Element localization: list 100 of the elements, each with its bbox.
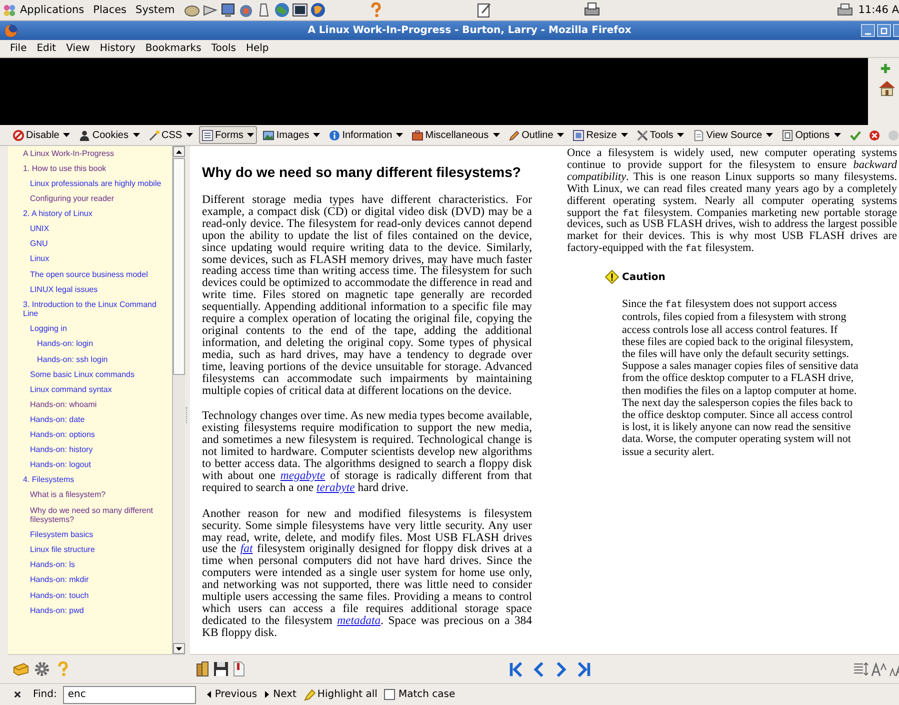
options-icon — [782, 130, 794, 140]
toc-link[interactable]: 2. A history of Linux — [8, 206, 172, 222]
error-icon[interactable] — [869, 130, 880, 140]
toc-link[interactable]: 4. Filesystems — [8, 472, 172, 488]
flower-icon[interactable] — [3, 4, 16, 16]
first-page-icon[interactable] — [508, 660, 523, 678]
toc-link[interactable]: Hands-on: date — [8, 412, 172, 428]
toc-link[interactable]: GNU — [8, 236, 172, 252]
toc-link[interactable]: Hands-on: pwd — [8, 602, 172, 618]
gear-icon[interactable] — [34, 661, 50, 678]
toc-link[interactable]: Hands-on: touch — [8, 588, 172, 603]
toolbar-menu-button[interactable]: Images — [260, 126, 324, 144]
toc-link[interactable]: 3. Introduction to the Linux Command Line — [8, 296, 172, 322]
toolbar-menu-button[interactable]: Resize — [570, 126, 631, 144]
text-size-icon[interactable] — [871, 661, 887, 678]
caret-icon — [396, 133, 404, 137]
caret-icon — [313, 133, 320, 137]
toolbar-menu-button[interactable]: Tools — [634, 126, 688, 144]
toc-link[interactable]: Hands-on: logout — [8, 457, 172, 473]
toc-link[interactable]: The open source business model — [8, 266, 172, 282]
toc-link[interactable]: Logging in — [8, 322, 172, 337]
last-page-icon[interactable] — [577, 660, 592, 678]
menu-item[interactable]: Edit — [36, 43, 56, 54]
toc-link[interactable]: Linux file structure — [8, 542, 172, 558]
find-field[interactable]: enc — [62, 686, 196, 704]
menu-item[interactable]: History — [100, 43, 136, 54]
paragraph: Another reason for new and modified filesystems is filesystem security. Some simple filesystems have very little security. Any user may read, write, delete, and modify files. Most USB FLASH drives use the fat filesystem originally designed for floppy disk drives at a time when personal computers did not have hard drives. Since the computers were intended as a single user system for home use only, and networking was not supported, there was little need to consider multiple users accessing the same files. Providing a means to control which users can access a file requires additional storage space dedicated to the filesystem metadata. Space was precious on a 384 KB floppy disk. — [202, 508, 532, 639]
toolbar-menu-button[interactable]: Forms — [199, 126, 258, 144]
toc-link[interactable]: Hands-on: whoami — [8, 397, 172, 412]
text-link[interactable]: terabyte — [316, 480, 355, 494]
find-button[interactable]: Highlight all — [301, 688, 380, 700]
toc-link[interactable]: Hands-on: login — [8, 336, 172, 352]
toc-link[interactable]: Linux command syntax — [8, 382, 172, 398]
toc-link[interactable]: Hands-on: ls — [8, 558, 172, 573]
toc-link[interactable]: A Linux Work-In-Progress — [8, 146, 172, 162]
find-button[interactable]: Previous — [204, 689, 260, 700]
panel-menu[interactable]: System — [136, 4, 175, 16]
toolbar-menu-button[interactable]: Options — [779, 126, 844, 144]
close-icon[interactable] — [14, 691, 21, 698]
plus-icon[interactable] — [880, 63, 891, 74]
previous-page-icon[interactable] — [531, 660, 546, 678]
scroll-down-icon[interactable] — [176, 646, 182, 651]
mail-icon[interactable] — [310, 2, 326, 18]
toc-link[interactable]: Linux — [8, 252, 172, 267]
person-icon — [79, 130, 90, 140]
checkmark-icon[interactable] — [850, 130, 861, 140]
text-link[interactable]: megabyte — [280, 468, 326, 482]
toc-link[interactable]: 1. How to use this book — [8, 161, 172, 176]
toc-link[interactable]: Some basic Linux commands — [8, 366, 172, 382]
paragraph: Once a filesystem is widely used, new computer operating systems continue to provide support for the filesystem to ensure backward compatibility. This is one reason Linux supports so many filesystems. With Linux, we can read files created many years ago by a completely different operating system. Nearly all computer operating systems support the fat filesystem. Companies marketing new portable storage devices, such as USB FLASH drives, wish to address the largest possible market for their devices. This is why most USB FLASH drives are factory-equipped with the fat filesystem. — [567, 148, 897, 256]
menu-item[interactable]: View — [66, 43, 90, 54]
no-entry-icon — [13, 130, 24, 140]
box-icon[interactable] — [13, 661, 29, 678]
toc-link[interactable]: Hands-on: ssh login — [8, 352, 172, 367]
toolbar-menu-button[interactable]: Outline — [506, 126, 568, 144]
clock[interactable]: 11:46 A — [858, 4, 899, 16]
toc-link[interactable]: Linux professionals are highly mobile — [8, 176, 172, 192]
toc-link[interactable]: UNIX — [8, 221, 172, 237]
toc-link[interactable]: Hands-on: mkdir — [8, 572, 172, 588]
toolbar-menu-button[interactable]: Miscellaneous — [409, 126, 503, 144]
save-icon[interactable] — [213, 661, 229, 678]
scroll-up-icon[interactable] — [176, 150, 182, 154]
terminal-icon[interactable] — [292, 2, 308, 18]
text-link[interactable]: fat — [240, 542, 253, 556]
toolbar-menu-button[interactable]: CSS — [146, 126, 196, 144]
books-icon[interactable] — [195, 661, 211, 678]
printer-icon[interactable] — [837, 2, 854, 18]
maximize-button[interactable] — [877, 24, 891, 37]
toc-link[interactable]: Why do we need so many different filesystems? — [8, 502, 172, 528]
scrollbar[interactable] — [172, 146, 185, 654]
pdf-icon[interactable] — [231, 661, 247, 678]
toolbar-menu-button[interactable]: Disable — [10, 126, 74, 144]
toc-link[interactable]: LINUX legal issues — [8, 282, 172, 297]
find-button[interactable]: Next — [262, 689, 300, 700]
minimize-button[interactable] — [861, 24, 875, 37]
toolbar-menu-button[interactable]: Information — [326, 126, 406, 144]
panel-menu[interactable]: Applications — [20, 4, 84, 16]
toolbar-menu-button[interactable]: View Source — [690, 126, 776, 144]
toolbar-menu-button[interactable]: Cookies — [76, 126, 142, 144]
toc-link[interactable]: Configuring your reader — [8, 191, 172, 206]
home-icon[interactable] — [878, 80, 896, 96]
toc-link[interactable]: Hands-on: history — [8, 442, 172, 458]
caret-icon — [63, 133, 70, 137]
menu-item[interactable]: Help — [246, 43, 269, 54]
notepad-icon[interactable] — [476, 2, 492, 18]
line-spacing-icon[interactable] — [853, 661, 869, 678]
toc-link[interactable]: Filesystem basics — [8, 527, 172, 543]
menu-item[interactable]: Tools — [211, 43, 236, 54]
menu-item[interactable]: Bookmarks — [145, 43, 202, 54]
printer-icon[interactable] — [584, 2, 600, 18]
globe-icon[interactable] — [274, 2, 290, 18]
caret-icon — [492, 133, 500, 137]
menu-item[interactable]: File — [10, 43, 27, 54]
next-page-icon[interactable] — [554, 660, 569, 678]
app-launcher-icon[interactable] — [220, 2, 236, 18]
toc-link[interactable]: Hands-on: options — [8, 427, 172, 442]
panel-menu[interactable]: Places — [93, 4, 127, 16]
text-link[interactable]: metadata — [337, 614, 381, 627]
match-case-checkbox[interactable]: Match case — [384, 689, 456, 700]
toc-link[interactable]: What is a filesystem? — [8, 488, 172, 503]
